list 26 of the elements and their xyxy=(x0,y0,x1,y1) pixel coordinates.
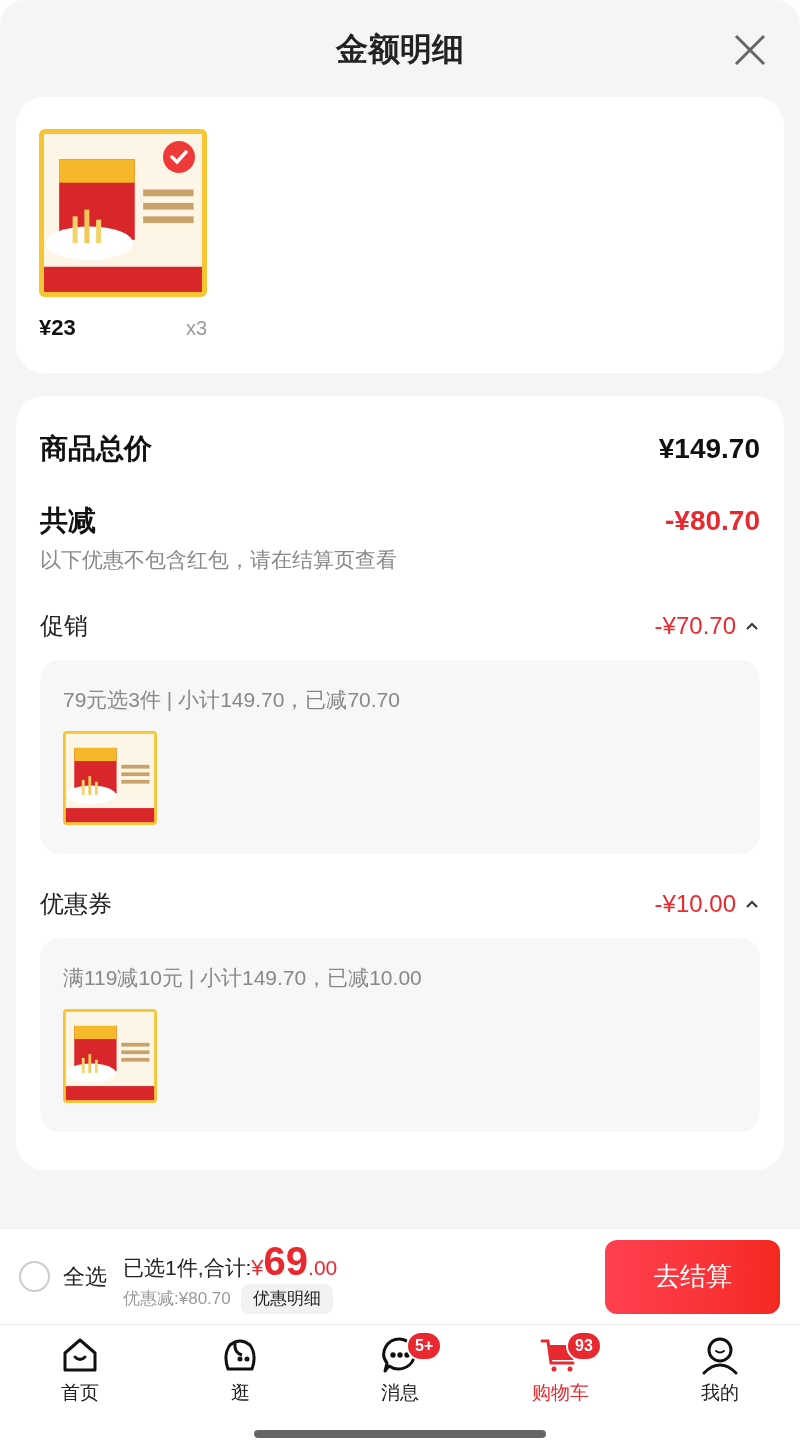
discount-note: 以下优惠不包含红包，请在结算页查看 xyxy=(40,547,398,573)
person-icon xyxy=(700,1335,740,1375)
sheet-title: 金额明细 xyxy=(336,29,464,69)
saved-amount: 优惠减:¥80.70 xyxy=(123,1288,231,1311)
total-label: 商品总价 xyxy=(40,432,152,466)
discount-label: 共减 xyxy=(40,504,96,538)
section-label: 促销 xyxy=(40,610,88,641)
nav-tab[interactable]: 首页 xyxy=(0,1335,160,1420)
section-toggle[interactable]: -¥10.00 xyxy=(654,885,760,922)
select-all-label: 全选 xyxy=(63,1263,107,1291)
checkout-button[interactable]: 去结算 xyxy=(605,1239,780,1314)
checkout-total: 已选1件,合计:¥69.00 xyxy=(123,1239,338,1285)
section-detail: 79元选3件 | 小计149.70，已减70.70 xyxy=(63,686,401,713)
section-detail: 满119减10元 | 小计149.70，已减10.00 xyxy=(63,964,423,991)
nav-tab[interactable]: 逛 xyxy=(160,1335,320,1420)
select-all-checkbox[interactable] xyxy=(19,1261,50,1292)
section-label: 优惠券 xyxy=(40,888,112,919)
discount-details-button[interactable]: 优惠明细 xyxy=(240,1284,333,1314)
total-amount: ¥149.70 xyxy=(658,432,760,466)
check-icon[interactable] xyxy=(163,141,195,173)
count-badge: 5+ xyxy=(406,1331,443,1361)
nav-tab[interactable]: 我的 xyxy=(640,1335,800,1420)
discount-amount: -¥80.70 xyxy=(665,504,760,538)
item-price: ¥23 xyxy=(39,314,76,342)
item-quantity: x3 xyxy=(185,315,207,341)
section-toggle[interactable]: -¥70.70 xyxy=(654,607,760,644)
